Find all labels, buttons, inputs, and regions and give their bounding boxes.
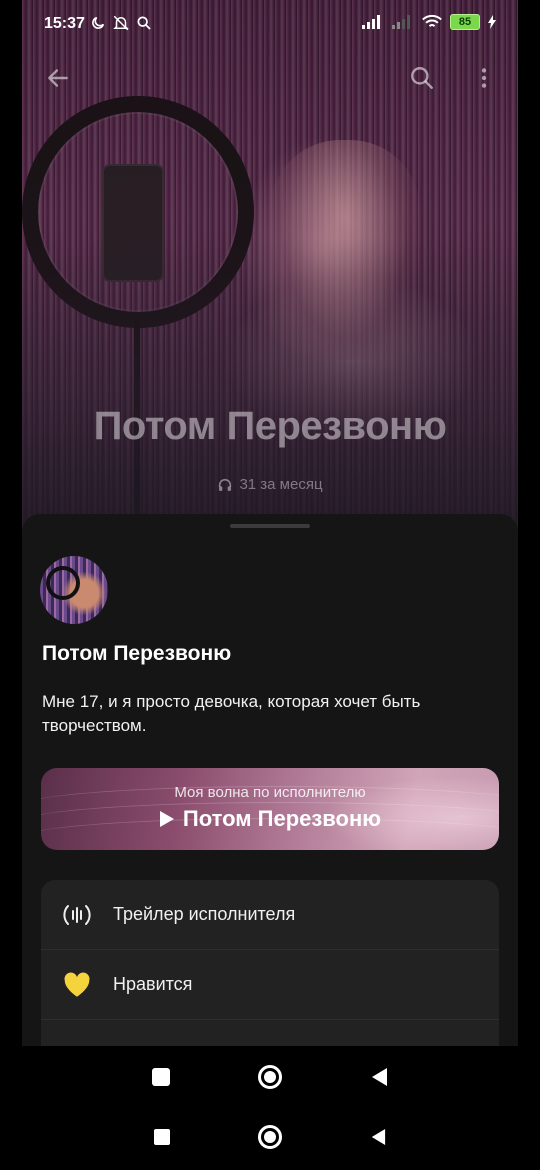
more-button[interactable] xyxy=(470,64,498,92)
artist-name: Потом Перезвоню xyxy=(42,642,232,665)
avatar-ring-light xyxy=(46,566,80,600)
app-screen: Потом Перезвоню 31 за месяц Потом Перезв… xyxy=(22,0,518,1046)
recents-button[interactable] xyxy=(154,1129,170,1145)
status-bar: 15:37 85 xyxy=(0,0,540,50)
wave-label: Моя волна по исполнителю xyxy=(174,784,366,801)
search-button[interactable] xyxy=(408,64,436,92)
recents-button[interactable] xyxy=(152,1068,170,1086)
back-nav-icon[interactable] xyxy=(370,1128,386,1146)
sheet-drag-handle[interactable] xyxy=(230,524,310,528)
muted-bell-icon xyxy=(113,15,129,31)
battery-indicator: 85 xyxy=(450,14,480,30)
artist-menu: Трейлер исполнителя Нравится xyxy=(41,880,499,1046)
monthly-listeners: 31 за месяц xyxy=(22,476,518,493)
search-status-icon xyxy=(137,16,151,30)
home-button[interactable] xyxy=(258,1125,282,1149)
status-time: 15:37 xyxy=(44,15,85,32)
menu-item-likes[interactable]: Нравится xyxy=(41,950,499,1020)
menu-item-label: Трейлер исполнителя xyxy=(113,904,296,924)
heart-icon xyxy=(63,971,91,999)
artist-bio: Мне 17, и я просто девочка, которая хоче… xyxy=(42,692,421,735)
artist-avatar[interactable] xyxy=(40,556,108,624)
menu-item-partial[interactable] xyxy=(41,1020,499,1046)
monthly-listeners-text: 31 за месяц xyxy=(239,476,323,493)
headphones-icon xyxy=(219,478,232,491)
signal-icon xyxy=(362,15,380,29)
wifi-icon xyxy=(422,14,442,27)
wave-title: Потом Перезвоню xyxy=(41,806,499,832)
status-left-icons xyxy=(90,14,152,32)
system-nav-bar xyxy=(0,1046,540,1108)
play-icon xyxy=(159,811,174,827)
artist-hero-image: Потом Перезвоню 31 за месяц xyxy=(22,0,518,530)
home-dot xyxy=(264,1071,276,1083)
charging-icon xyxy=(488,15,496,29)
more-vertical-icon xyxy=(481,68,487,88)
wave-title-text: Потом Перезвоню xyxy=(182,806,382,831)
audio-wave-icon xyxy=(63,901,91,929)
artist-info-sheet: Потом Перезвоню Мне 17, и я просто девоч… xyxy=(22,514,518,1046)
menu-item-trailer[interactable]: Трейлер исполнителя xyxy=(41,880,499,950)
system-nav-bar-secondary xyxy=(0,1106,540,1168)
back-button[interactable] xyxy=(44,64,72,92)
home-button[interactable] xyxy=(258,1065,282,1089)
search-icon xyxy=(411,67,433,89)
home-dot xyxy=(264,1131,276,1143)
moon-icon xyxy=(92,16,105,29)
artist-wave-button[interactable]: Моя волна по исполнителю Потом Перезвоню xyxy=(41,768,499,850)
signal-weak-icon xyxy=(392,15,410,29)
status-right-icons: 85 xyxy=(362,14,496,30)
hero-gradient-overlay xyxy=(22,0,518,530)
back-nav-icon[interactable] xyxy=(370,1067,388,1087)
arrow-left-icon xyxy=(48,69,68,87)
hero-artist-title: Потом Перезвоню xyxy=(93,404,447,448)
menu-item-label: Нравится xyxy=(113,974,193,994)
